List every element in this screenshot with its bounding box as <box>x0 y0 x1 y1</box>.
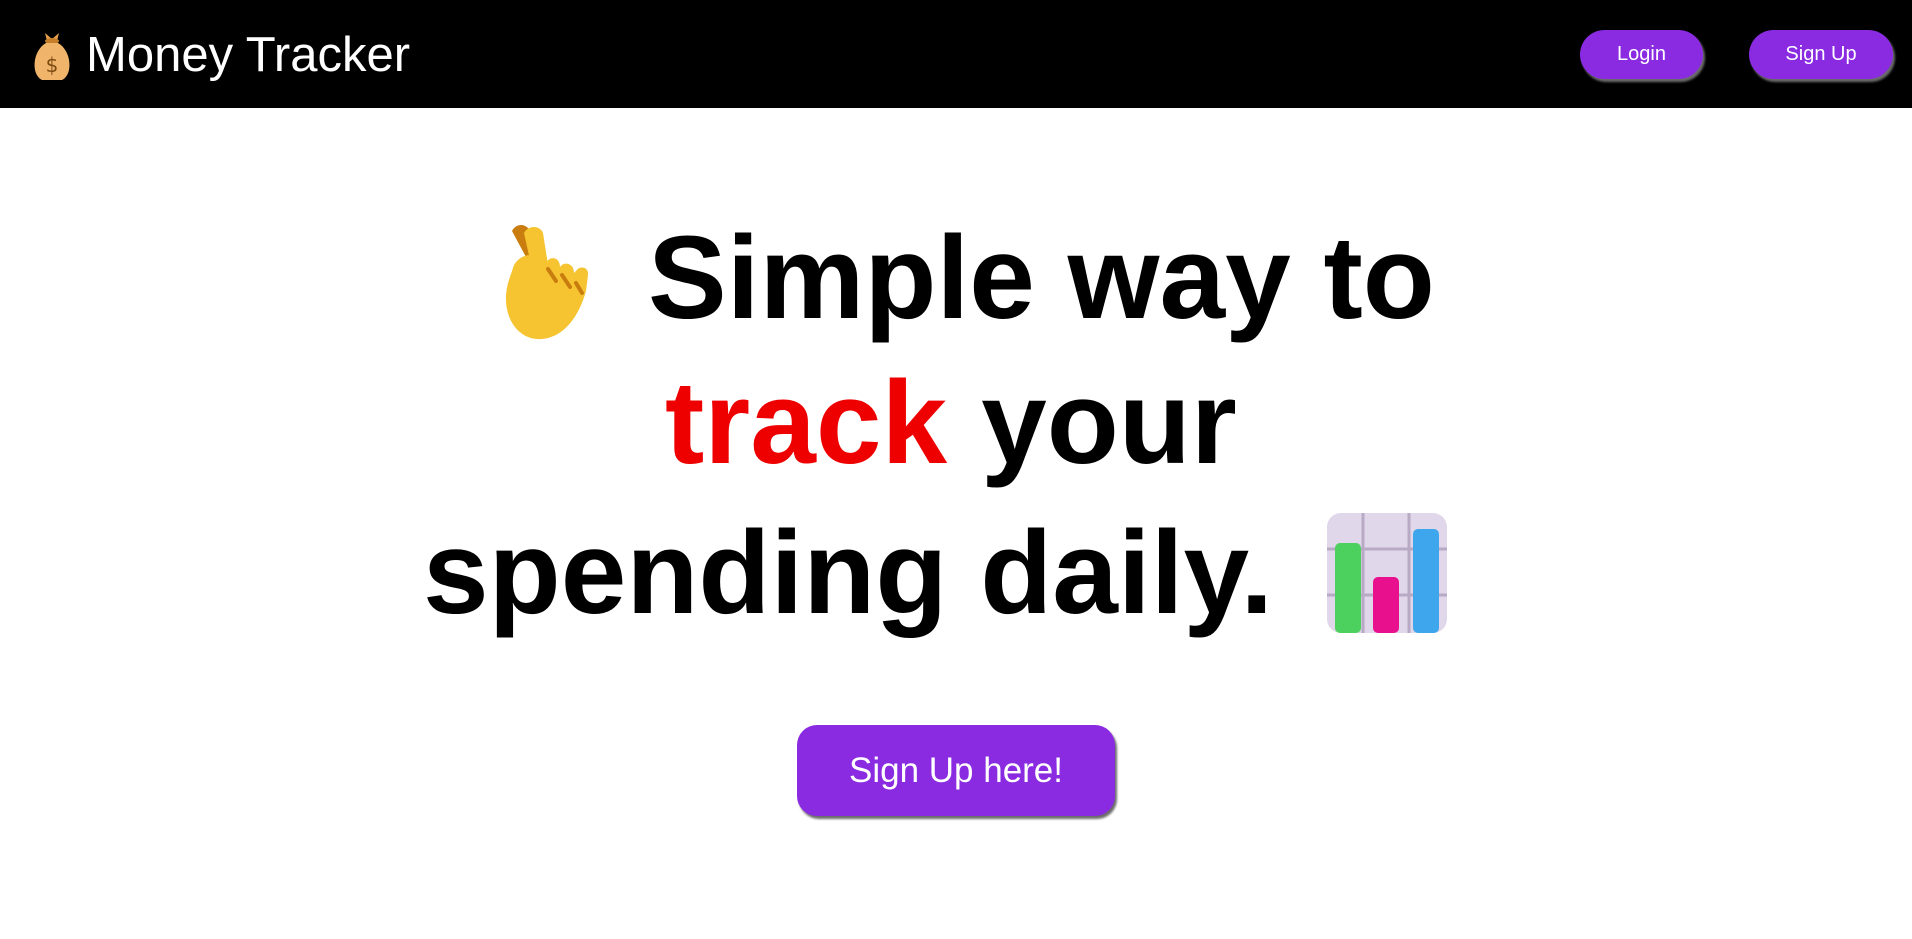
hero-line-1-text: Simple way to <box>648 212 1435 344</box>
hero-line-2-text: your <box>981 357 1237 489</box>
top-navbar: $ Money Tracker Login Sign Up <box>0 0 1912 108</box>
bar-chart-icon <box>1327 513 1448 633</box>
brand[interactable]: $ Money Tracker <box>30 27 410 83</box>
hero-line-3: spending daily. <box>423 507 1448 639</box>
hero-line-3-text: spending daily. <box>423 507 1274 639</box>
login-button[interactable]: Login <box>1580 30 1703 79</box>
hero-line-1: Simple way to <box>490 213 1435 343</box>
signup-here-button[interactable]: Sign Up here! <box>797 725 1115 816</box>
svg-text:$: $ <box>46 53 59 77</box>
signup-button[interactable]: Sign Up <box>1749 30 1893 79</box>
hero-line-2: track your <box>665 358 1237 488</box>
hero-accent-word: track <box>665 357 948 489</box>
money-bag-icon: $ <box>30 27 74 83</box>
crossed-fingers-hand-icon <box>490 213 590 343</box>
brand-title: Money Tracker <box>86 28 411 82</box>
